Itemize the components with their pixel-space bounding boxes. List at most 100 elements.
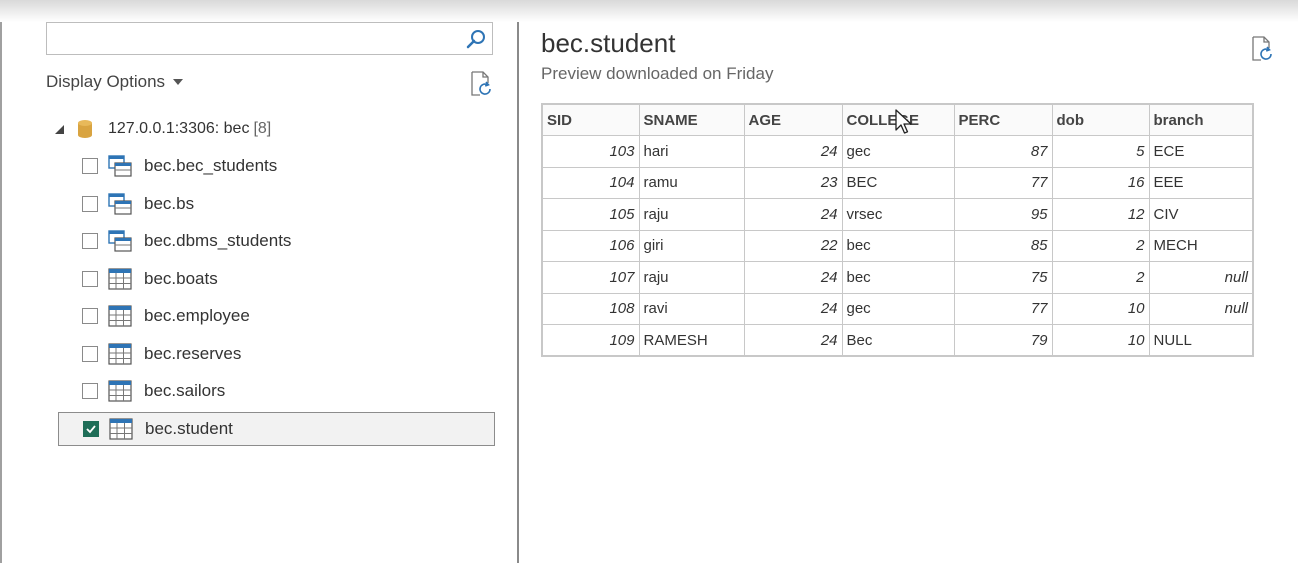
table-cell[interactable]: ravi	[638, 292, 745, 325]
table-cell[interactable]: 23	[743, 166, 843, 199]
table-cell[interactable]: 24	[743, 292, 843, 325]
table-cell[interactable]: 105	[541, 198, 640, 231]
table-cell[interactable]: bec	[841, 229, 955, 262]
table-cell[interactable]: Bec	[841, 324, 955, 357]
window-left-border	[0, 22, 2, 563]
search-input[interactable]	[46, 22, 493, 55]
table-cell[interactable]: 77	[953, 166, 1053, 199]
expand-arrow-icon[interactable]	[55, 124, 64, 134]
tree-item[interactable]: bec.bs	[82, 187, 494, 221]
tree-item-checkbox[interactable]	[83, 420, 99, 437]
column-header[interactable]: branch	[1148, 103, 1254, 136]
table-row[interactable]: 109 RAMESH 24 Bec 79 10 NULL	[541, 324, 1254, 357]
column-header[interactable]: SID	[541, 103, 640, 136]
table-row[interactable]: 105 raju 24 vrsec 95 12 CIV	[541, 198, 1254, 231]
preview-refresh-icon[interactable]	[1250, 36, 1274, 62]
tree-item[interactable]: bec.sailors	[82, 374, 494, 408]
column-header[interactable]: dob	[1051, 103, 1150, 136]
column-header[interactable]: SNAME	[638, 103, 745, 136]
table-cell[interactable]: RAMESH	[638, 324, 745, 357]
table-cell[interactable]: NULL	[1148, 324, 1254, 357]
table-row[interactable]: 107 raju 24 bec 75 2 null	[541, 261, 1254, 294]
table-cell[interactable]: gec	[841, 135, 955, 168]
table-cell[interactable]: 103	[541, 135, 640, 168]
tree-item[interactable]: bec.bec_students	[82, 149, 494, 183]
table-cell[interactable]: 87	[953, 135, 1053, 168]
tree-item[interactable]: bec.dbms_students	[82, 224, 494, 258]
tree-item-checkbox[interactable]	[82, 195, 98, 212]
tree-root-connection[interactable]: 127.0.0.1:3306: bec [8]	[55, 118, 271, 140]
table-cell[interactable]: 10	[1051, 324, 1150, 357]
table-icon	[108, 305, 132, 327]
tree-item[interactable]: bec.boats	[82, 262, 494, 296]
view-icon	[108, 192, 132, 215]
table-cell[interactable]: 5	[1051, 135, 1150, 168]
table-cell[interactable]: 109	[541, 324, 640, 357]
tree-item-checkbox[interactable]	[82, 270, 98, 287]
tree-item-label: bec.bec_students	[144, 156, 278, 175]
tree-root-label: 127.0.0.1:3306: bec	[108, 120, 250, 137]
table-row[interactable]: 108 ravi 24 gec 77 10 null	[541, 292, 1254, 325]
tree-item-checkbox[interactable]	[82, 383, 98, 399]
table-cell[interactable]: hari	[638, 135, 745, 168]
table-row[interactable]: 103 hari 24 gec 87 5 ECE	[541, 135, 1254, 168]
tree-item-label: bec.boats	[144, 268, 218, 288]
table-cell[interactable]: 24	[743, 198, 843, 231]
table-cell[interactable]: null	[1148, 261, 1254, 294]
search-icon[interactable]	[466, 29, 486, 49]
preview-table[interactable]: SID SNAME AGE COLLEGE PERC dob branch 103 hari 2…	[541, 103, 1254, 357]
table-cell[interactable]: ECE	[1148, 135, 1254, 168]
table-cell[interactable]: giri	[638, 229, 745, 262]
table-cell[interactable]: 106	[541, 229, 640, 262]
table-cell[interactable]: 2	[1051, 229, 1150, 262]
table-cell[interactable]: 2	[1051, 261, 1150, 294]
tree-item[interactable]: bec.reserves	[82, 337, 494, 371]
table-cell[interactable]: 24	[743, 261, 843, 294]
tree-item[interactable]: bec.employee	[82, 299, 494, 333]
table-cell[interactable]: 104	[541, 166, 640, 199]
table-cell[interactable]: ramu	[638, 166, 745, 199]
table-cell[interactable]: 77	[953, 292, 1053, 325]
table-cell[interactable]: gec	[841, 292, 955, 325]
pane-splitter[interactable]	[517, 22, 519, 563]
table-cell[interactable]: null	[1148, 292, 1254, 325]
tree-item-checkbox[interactable]	[82, 345, 98, 362]
table-cell[interactable]: raju	[638, 261, 745, 294]
table-cell[interactable]: 95	[953, 198, 1053, 231]
tree-item-checkbox[interactable]	[82, 233, 98, 249]
display-options-dropdown[interactable]: Display Options	[46, 72, 184, 92]
column-header[interactable]: AGE	[743, 103, 843, 136]
table-cell[interactable]: 16	[1051, 166, 1150, 199]
checkmark-icon	[86, 424, 96, 433]
tree-item-checkbox[interactable]	[82, 308, 98, 324]
table-cell[interactable]: 108	[541, 292, 640, 325]
table-cell[interactable]: CIV	[1148, 198, 1254, 231]
tree-item-checkbox[interactable]	[82, 158, 98, 174]
table-cell[interactable]: 107	[541, 261, 640, 294]
window-top-edge	[0, 0, 1298, 22]
mouse-cursor-icon	[895, 109, 912, 134]
table-cell[interactable]: 22	[743, 229, 843, 262]
table-icon	[109, 417, 133, 440]
table-cell[interactable]: EEE	[1148, 166, 1254, 199]
table-cell[interactable]: raju	[638, 198, 745, 231]
table-row[interactable]: 106 giri 22 bec 85 2 MECH	[541, 229, 1254, 262]
table-cell[interactable]: 24	[743, 324, 843, 357]
table-cell[interactable]: 85	[953, 229, 1053, 262]
table-icon	[108, 380, 132, 402]
tree-item-label: bec.dbms_students	[144, 231, 292, 250]
table-cell[interactable]: 79	[953, 324, 1053, 357]
table-row[interactable]: 104 ramu 23 BEC 77 16 EEE	[541, 166, 1254, 199]
tree-item[interactable]: bec.student	[58, 411, 495, 446]
table-cell[interactable]: 12	[1051, 198, 1150, 231]
table-cell[interactable]: BEC	[841, 166, 955, 199]
column-header[interactable]: PERC	[953, 103, 1053, 136]
table-cell[interactable]: 75	[953, 261, 1053, 294]
table-cell[interactable]: 24	[743, 135, 843, 168]
table-cell[interactable]: vrsec	[841, 198, 955, 231]
table-cell[interactable]: 10	[1051, 292, 1150, 325]
refresh-icon[interactable]	[469, 71, 493, 97]
table-cell[interactable]: MECH	[1148, 229, 1254, 262]
tree-item-label: bec.reserves	[144, 343, 242, 363]
table-cell[interactable]: bec	[841, 261, 955, 294]
